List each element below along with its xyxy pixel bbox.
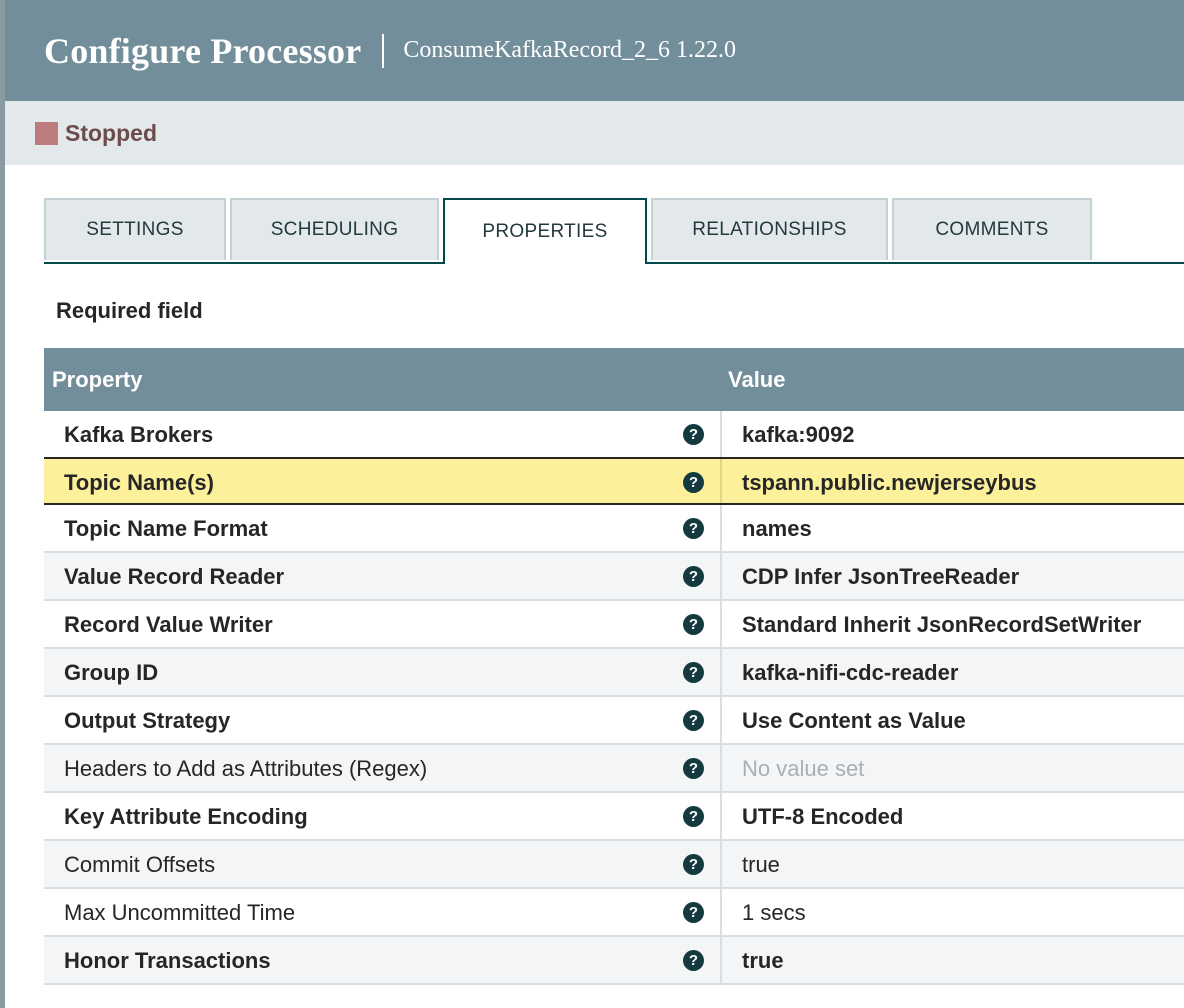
column-separator	[720, 601, 722, 647]
table-row[interactable]: Output Strategy? Use Content as Value	[44, 697, 1184, 745]
property-name: Key Attribute Encoding	[64, 804, 308, 829]
properties-table: Property Value Kafka Brokers? kafka:9092 T…	[44, 348, 1184, 985]
tab-scheduling[interactable]: SCHEDULING	[230, 198, 439, 260]
tab-properties[interactable]: PROPERTIES	[443, 198, 647, 264]
property-name: Honor Transactions	[64, 948, 271, 973]
column-separator	[720, 649, 722, 695]
question-circle-icon[interactable]: ?	[683, 662, 704, 683]
property-value[interactable]: true	[742, 948, 784, 974]
table-row[interactable]: Record Value Writer? Standard Inherit Jso…	[44, 601, 1184, 649]
required-field-note: Required field	[56, 298, 203, 323]
property-value[interactable]: UTF-8 Encoded	[742, 804, 903, 830]
table-row[interactable]: Topic Name(s)? tspann.public.newjerseybus	[44, 457, 1184, 505]
property-value[interactable]: 1 secs	[742, 900, 806, 926]
table-row[interactable]: Group ID? kafka-nifi-cdc-reader	[44, 649, 1184, 697]
property-value[interactable]: names	[742, 516, 812, 542]
column-header-value[interactable]: Value	[728, 367, 785, 393]
column-separator	[720, 841, 722, 887]
tab-bar: SETTINGS SCHEDULING PROPERTIES RELATIONS…	[44, 198, 1184, 264]
property-name: Record Value Writer	[64, 612, 273, 637]
processor-status-bar: Stopped	[5, 101, 1184, 165]
property-name: Output Strategy	[64, 708, 231, 733]
dialog-title: Configure Processor	[44, 30, 362, 71]
property-value[interactable]: kafka:9092	[742, 422, 855, 448]
column-separator	[720, 889, 722, 935]
property-name: Kafka Brokers	[64, 422, 214, 447]
question-circle-icon[interactable]: ?	[683, 758, 704, 779]
column-separator	[720, 459, 722, 503]
property-name: Topic Name(s)	[64, 470, 214, 495]
table-row[interactable]: Value Record Reader? CDP Infer JsonTreeRe…	[44, 553, 1184, 601]
status-label: Stopped	[65, 119, 157, 146]
tab-relationships[interactable]: RELATIONSHIPS	[651, 198, 888, 260]
property-value[interactable]: Standard Inherit JsonRecordSetWriter	[742, 612, 1141, 638]
question-circle-icon[interactable]: ?	[683, 902, 704, 923]
property-name: Group ID	[64, 660, 159, 685]
column-separator	[720, 553, 722, 599]
tab-comments[interactable]: COMMENTS	[892, 198, 1092, 260]
property-value[interactable]: true	[742, 852, 780, 878]
table-row[interactable]: Key Attribute Encoding? UTF-8 Encoded	[44, 793, 1184, 841]
column-separator	[720, 505, 722, 551]
table-row[interactable]: Max Uncommitted Time? 1 secs	[44, 889, 1184, 937]
property-value[interactable]: Use Content as Value	[742, 708, 966, 734]
tab-settings[interactable]: SETTINGS	[44, 198, 226, 260]
stopped-square-icon	[35, 121, 58, 145]
table-row[interactable]: Honor Transactions? true	[44, 937, 1184, 985]
column-separator	[720, 411, 722, 457]
table-body: Kafka Brokers? kafka:9092 Topic Name(s)? ts…	[44, 411, 1184, 985]
column-separator	[720, 937, 722, 983]
question-circle-icon[interactable]: ?	[683, 518, 704, 539]
property-name: Value Record Reader	[64, 564, 285, 589]
property-value[interactable]: CDP Infer JsonTreeReader	[742, 564, 1019, 590]
table-row[interactable]: Topic Name Format? names	[44, 505, 1184, 553]
dialog-header: Configure Processor ConsumeKafkaRecord_2…	[5, 0, 1184, 101]
property-name: Max Uncommitted Time	[64, 900, 296, 925]
column-separator	[720, 697, 722, 743]
table-row[interactable]: Kafka Brokers? kafka:9092	[44, 411, 1184, 459]
property-value[interactable]: No value set	[742, 756, 864, 782]
question-circle-icon[interactable]: ?	[683, 566, 704, 587]
property-value[interactable]: tspann.public.newjerseybus	[742, 470, 1037, 496]
question-circle-icon[interactable]: ?	[683, 854, 704, 875]
property-value[interactable]: kafka-nifi-cdc-reader	[742, 660, 958, 686]
table-row[interactable]: Commit Offsets? true	[44, 841, 1184, 889]
question-circle-icon[interactable]: ?	[683, 472, 704, 493]
column-header-property[interactable]: Property	[52, 367, 142, 393]
column-separator	[720, 745, 722, 791]
question-circle-icon[interactable]: ?	[683, 424, 704, 445]
question-circle-icon[interactable]: ?	[683, 950, 704, 971]
question-circle-icon[interactable]: ?	[683, 806, 704, 827]
table-header: Property Value	[44, 348, 1184, 411]
property-name: Commit Offsets	[64, 852, 216, 877]
question-circle-icon[interactable]: ?	[683, 710, 704, 731]
property-name: Topic Name Format	[64, 516, 268, 541]
title-divider	[382, 33, 385, 68]
table-row[interactable]: Headers to Add as Attributes (Regex)? No …	[44, 745, 1184, 793]
property-name: Headers to Add as Attributes (Regex)	[64, 756, 428, 781]
column-separator	[720, 793, 722, 839]
processor-type-version: ConsumeKafkaRecord_2_6 1.22.0	[403, 37, 737, 63]
question-circle-icon[interactable]: ?	[683, 614, 704, 635]
